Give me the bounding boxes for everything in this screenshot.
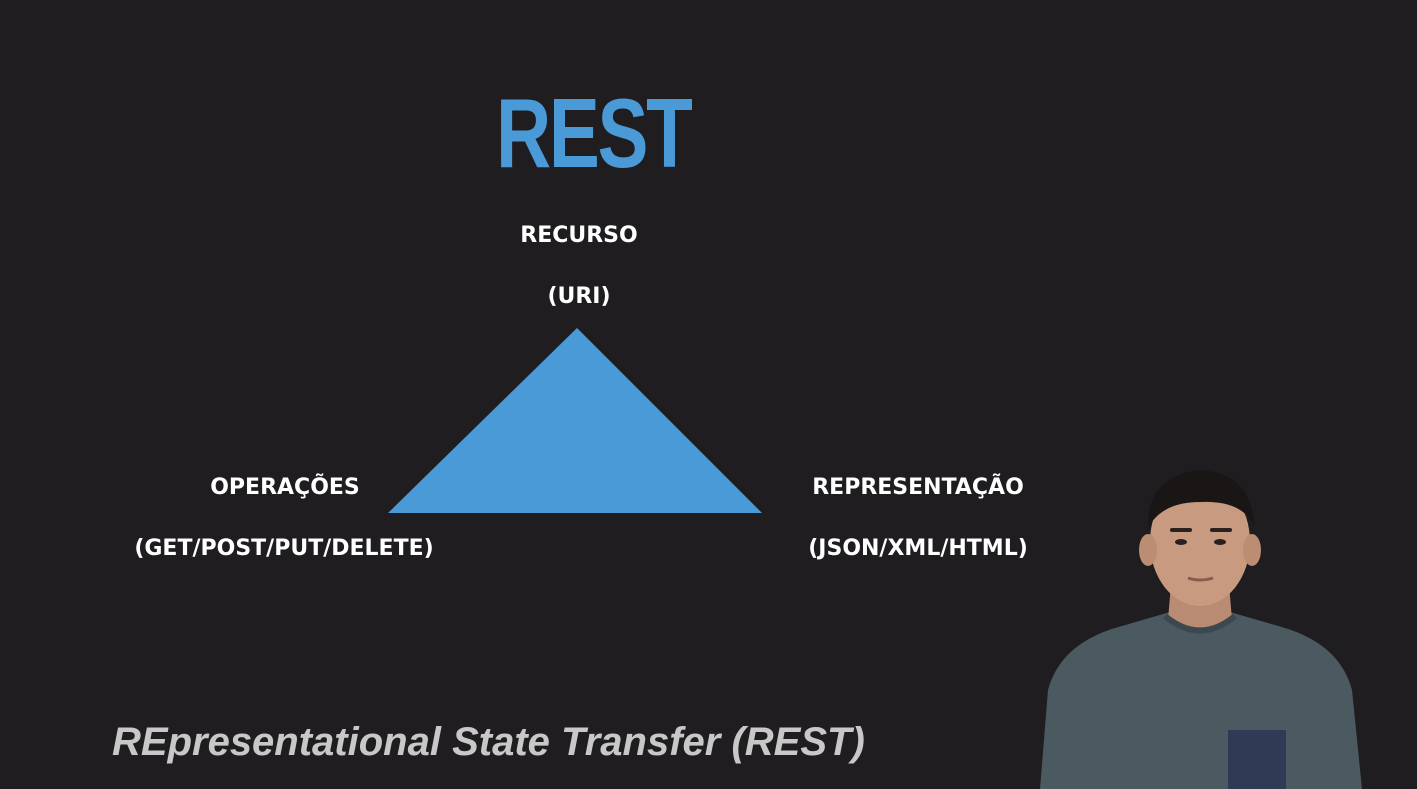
slide-caption: REpresentational State Transfer (REST) bbox=[112, 720, 865, 764]
left-vertex-sublabel: (GET/POST/PUT/DELETE) bbox=[134, 536, 434, 561]
presenter-eyebrow-right bbox=[1210, 528, 1232, 532]
presenter-eye-left bbox=[1175, 539, 1187, 545]
presenter-eyebrow-left bbox=[1170, 528, 1192, 532]
presenter-eye-right bbox=[1214, 539, 1226, 545]
slide-title: REST bbox=[496, 78, 693, 188]
presenter-video bbox=[1040, 470, 1362, 789]
slide: REST RECURSO (URI) OPERAÇÕES (GET/POST/P… bbox=[0, 0, 1417, 789]
presenter-ear-right bbox=[1243, 534, 1261, 566]
presenter-ear-left bbox=[1139, 534, 1157, 566]
presenter-shirt bbox=[1040, 612, 1362, 789]
left-vertex-label: OPERAÇÕES bbox=[210, 475, 360, 500]
top-vertex-label: RECURSO bbox=[520, 223, 638, 248]
top-vertex-sublabel: (URI) bbox=[547, 284, 611, 309]
right-vertex-sublabel: (JSON/XML/HTML) bbox=[808, 536, 1028, 561]
triangle-shape bbox=[388, 328, 762, 513]
presenter-pocket bbox=[1228, 730, 1286, 789]
right-vertex-label: REPRESENTAÇÃO bbox=[812, 475, 1024, 500]
